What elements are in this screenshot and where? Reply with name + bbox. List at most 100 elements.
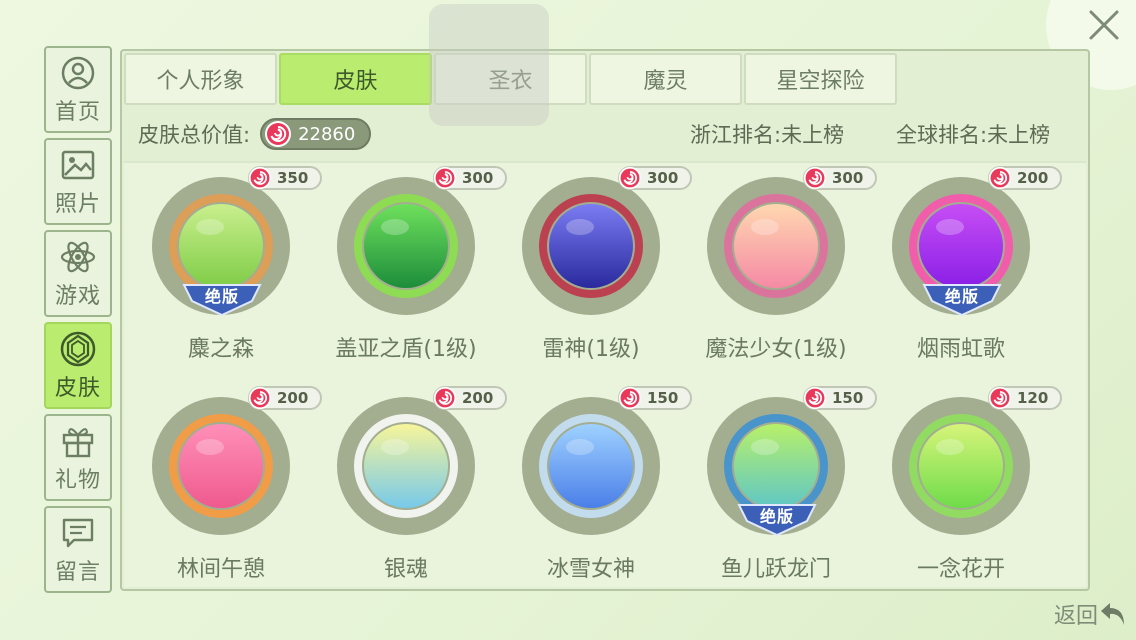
price-tag: 150 <box>618 386 692 410</box>
limited-edition-badge: 绝版 <box>735 501 819 537</box>
tab-spirits[interactable]: 魔灵 <box>589 53 742 105</box>
sidebar-item-messages[interactable]: 留言 <box>44 506 112 593</box>
coin-icon <box>803 386 827 410</box>
skin-card[interactable]: 350 绝版麋之森 <box>140 163 325 373</box>
skin-name: 银魂 <box>383 557 428 582</box>
sidebar-item-skins[interactable]: 皮肤 <box>44 322 112 409</box>
skin-orb <box>354 194 458 298</box>
badge-label: 绝版 <box>944 287 979 306</box>
skin-grid: 350 绝版 麋之森 300 盖亚之盾(1级) 300 雷神(1级) 300 魔法少女(1级) 2… <box>124 161 1086 587</box>
tab-label: 皮肤 <box>333 69 378 94</box>
price-tag: 120 <box>988 386 1062 410</box>
price-tag: 200 <box>248 386 322 410</box>
skin-card[interactable]: 120 一念花开 <box>880 383 1065 593</box>
photo-icon <box>59 146 97 184</box>
coin-icon <box>433 386 457 410</box>
skin-card[interactable]: 200 林间午憩 <box>140 383 325 593</box>
sidebar-item-label: 留言 <box>54 559 101 585</box>
skin-name: 麋之森 <box>187 337 254 362</box>
skin-icon <box>59 330 97 368</box>
skin-orb <box>354 414 458 518</box>
skin-name: 魔法少女(1级) <box>705 337 847 362</box>
sidebar-item-label: 游戏 <box>54 283 101 309</box>
tab-avatar[interactable]: 个人形象 <box>124 53 277 105</box>
price-tag: 300 <box>618 166 692 190</box>
price-value: 300 <box>832 169 864 187</box>
user-icon <box>59 54 97 92</box>
coin-icon <box>433 166 457 190</box>
skin-orb <box>169 414 273 518</box>
coin-icon <box>618 166 642 190</box>
tab-holy-cloth[interactable]: 圣衣 <box>434 53 587 105</box>
tab-label: 圣衣 <box>488 69 533 94</box>
skin-name: 林间午憩 <box>176 557 265 582</box>
price-value: 300 <box>462 169 494 187</box>
province-rank: 浙江排名:未上榜 <box>690 123 845 147</box>
price-value: 350 <box>277 169 309 187</box>
message-icon <box>59 514 97 552</box>
price-tag: 150 <box>803 386 877 410</box>
badge-label: 绝版 <box>759 507 794 526</box>
sidebar-item-home[interactable]: 首页 <box>44 46 112 133</box>
tab-bar: 个人形象 皮肤 圣衣 魔灵 星空探险 <box>124 53 899 105</box>
limited-edition-badge: 绝版 <box>920 281 1004 317</box>
price-tag: 200 <box>433 386 507 410</box>
close-icon[interactable] <box>1084 6 1124 46</box>
coin-icon <box>803 166 827 190</box>
sidebar-item-photos[interactable]: 照片 <box>44 138 112 225</box>
skin-card[interactable]: 300 盖亚之盾(1级) <box>325 163 510 373</box>
tab-label: 个人形象 <box>156 69 245 94</box>
info-bar: 皮肤总价值: 22860 浙江排名:未上榜 全球排名:未上榜 <box>124 109 1086 159</box>
skin-name: 冰雪女神 <box>546 557 635 582</box>
price-value: 200 <box>277 389 309 407</box>
sidebar: 首页 照片 游戏 皮肤 礼物 留言 <box>44 46 112 598</box>
price-value: 120 <box>1017 389 1049 407</box>
sidebar-item-gifts[interactable]: 礼物 <box>44 414 112 501</box>
skin-card[interactable]: 150 冰雪女神 <box>510 383 695 593</box>
price-value: 150 <box>647 389 679 407</box>
sidebar-item-label: 首页 <box>54 99 101 125</box>
skin-name: 雷神(1级) <box>542 337 640 362</box>
price-value: 300 <box>647 169 679 187</box>
skin-orb <box>724 194 828 298</box>
coin-icon <box>248 386 272 410</box>
back-label: 返回 <box>1053 604 1098 629</box>
total-value-badge: 22860 <box>260 118 372 150</box>
price-value: 150 <box>832 389 864 407</box>
sidebar-item-label: 礼物 <box>54 467 101 493</box>
global-rank: 全球排名:未上榜 <box>896 123 1051 147</box>
sidebar-item-label: 皮肤 <box>54 375 101 401</box>
tab-skins[interactable]: 皮肤 <box>279 53 432 105</box>
price-value: 200 <box>1017 169 1049 187</box>
atom-icon <box>59 238 97 276</box>
price-tag: 350 <box>248 166 322 190</box>
limited-edition-badge: 绝版 <box>180 281 264 317</box>
coin-icon <box>265 121 292 147</box>
skin-card[interactable]: 150 绝版鱼儿跃龙门 <box>695 383 880 593</box>
coin-icon <box>618 386 642 410</box>
skin-card[interactable]: 300 雷神(1级) <box>510 163 695 373</box>
tab-label: 星空探险 <box>776 69 865 94</box>
coin-icon <box>988 386 1012 410</box>
skin-orb <box>539 194 643 298</box>
coin-icon <box>248 166 272 190</box>
skin-name: 鱼儿跃龙门 <box>720 557 831 582</box>
tab-label: 魔灵 <box>643 69 688 94</box>
skin-name: 烟雨虹歌 <box>916 337 1005 362</box>
skin-name: 盖亚之盾(1级) <box>335 337 477 362</box>
coin-icon <box>988 166 1012 190</box>
gift-icon <box>59 422 97 460</box>
total-value: 22860 <box>298 123 356 145</box>
skin-card[interactable]: 200 银魂 <box>325 383 510 593</box>
price-tag: 300 <box>433 166 507 190</box>
total-value-label: 皮肤总价值: <box>138 123 251 147</box>
badge-label: 绝版 <box>204 287 239 306</box>
tab-star-explore[interactable]: 星空探险 <box>744 53 897 105</box>
sidebar-item-games[interactable]: 游戏 <box>44 230 112 317</box>
price-tag: 200 <box>988 166 1062 190</box>
skin-card[interactable]: 300 魔法少女(1级) <box>695 163 880 373</box>
skin-panel: 个人形象 皮肤 圣衣 魔灵 星空探险 皮肤总价值: 22860 浙江排名:未上榜… <box>120 49 1090 591</box>
skin-orb <box>909 414 1013 518</box>
skin-card[interactable]: 200 绝版烟雨虹歌 <box>880 163 1065 373</box>
back-button[interactable]: 返回 <box>1054 598 1128 630</box>
